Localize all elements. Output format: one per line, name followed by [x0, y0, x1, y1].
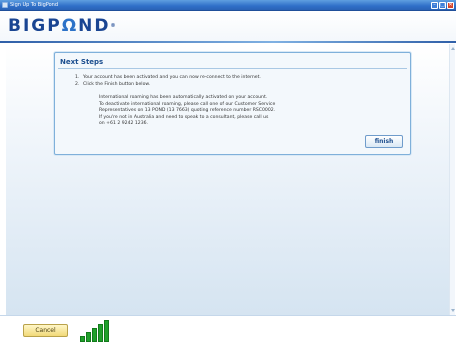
- maximize-button[interactable]: □: [439, 2, 446, 9]
- steps-list: 1. Your account has been activated and y…: [75, 74, 261, 88]
- finish-button[interactable]: finish: [365, 135, 403, 148]
- title-bar: Sign Up To BigPond – □ ✕: [0, 0, 456, 11]
- step-number: 2.: [75, 82, 80, 87]
- next-steps-card: Next Steps 1. Your account has been acti…: [54, 52, 411, 155]
- logo-mark: Ω: [61, 16, 79, 36]
- signal-bar: [98, 324, 103, 342]
- logo-text-big: BIGP: [8, 16, 62, 36]
- minimize-button[interactable]: –: [431, 2, 438, 9]
- footer-bar: Cancel: [0, 315, 456, 343]
- step-text: Your account has been activated and you …: [83, 75, 261, 80]
- step-number: 1.: [75, 75, 80, 80]
- cancel-button[interactable]: Cancel: [23, 324, 68, 337]
- signal-bar: [92, 328, 97, 342]
- info-line: Representatives on 13 POND (13 7663) quo…: [99, 108, 276, 114]
- close-button[interactable]: ✕: [447, 2, 454, 9]
- roaming-info: International roaming has been automatic…: [99, 95, 349, 128]
- window-app-icon: [2, 2, 8, 8]
- logo-text-end: ND: [78, 16, 111, 36]
- header-divider: [0, 41, 456, 43]
- signal-bar: [80, 336, 85, 342]
- signal-bar: [104, 320, 109, 342]
- window-title: Sign Up To BigPond: [10, 2, 59, 8]
- vertical-scrollbar[interactable]: [449, 44, 455, 315]
- main-panel: Next Steps 1. Your account has been acti…: [6, 44, 455, 315]
- step-text: Click the Finish button below.: [83, 82, 151, 87]
- scroll-down-icon[interactable]: [451, 309, 455, 312]
- signal-strength-icon: [80, 320, 112, 342]
- scroll-up-icon[interactable]: [451, 47, 455, 50]
- trademark: ®: [110, 23, 116, 29]
- card-title: Next Steps: [60, 58, 104, 66]
- signal-bar: [86, 332, 91, 342]
- bigpond-logo: BIGPΩND®: [8, 16, 116, 36]
- card-divider: [58, 68, 407, 69]
- step-item: 1. Your account has been activated and y…: [75, 74, 261, 81]
- info-line: International roaming has been automatic…: [99, 95, 268, 100]
- info-line: on +61 2 9242 1236.: [99, 121, 149, 127]
- step-item: 2. Click the Finish button below.: [75, 81, 261, 88]
